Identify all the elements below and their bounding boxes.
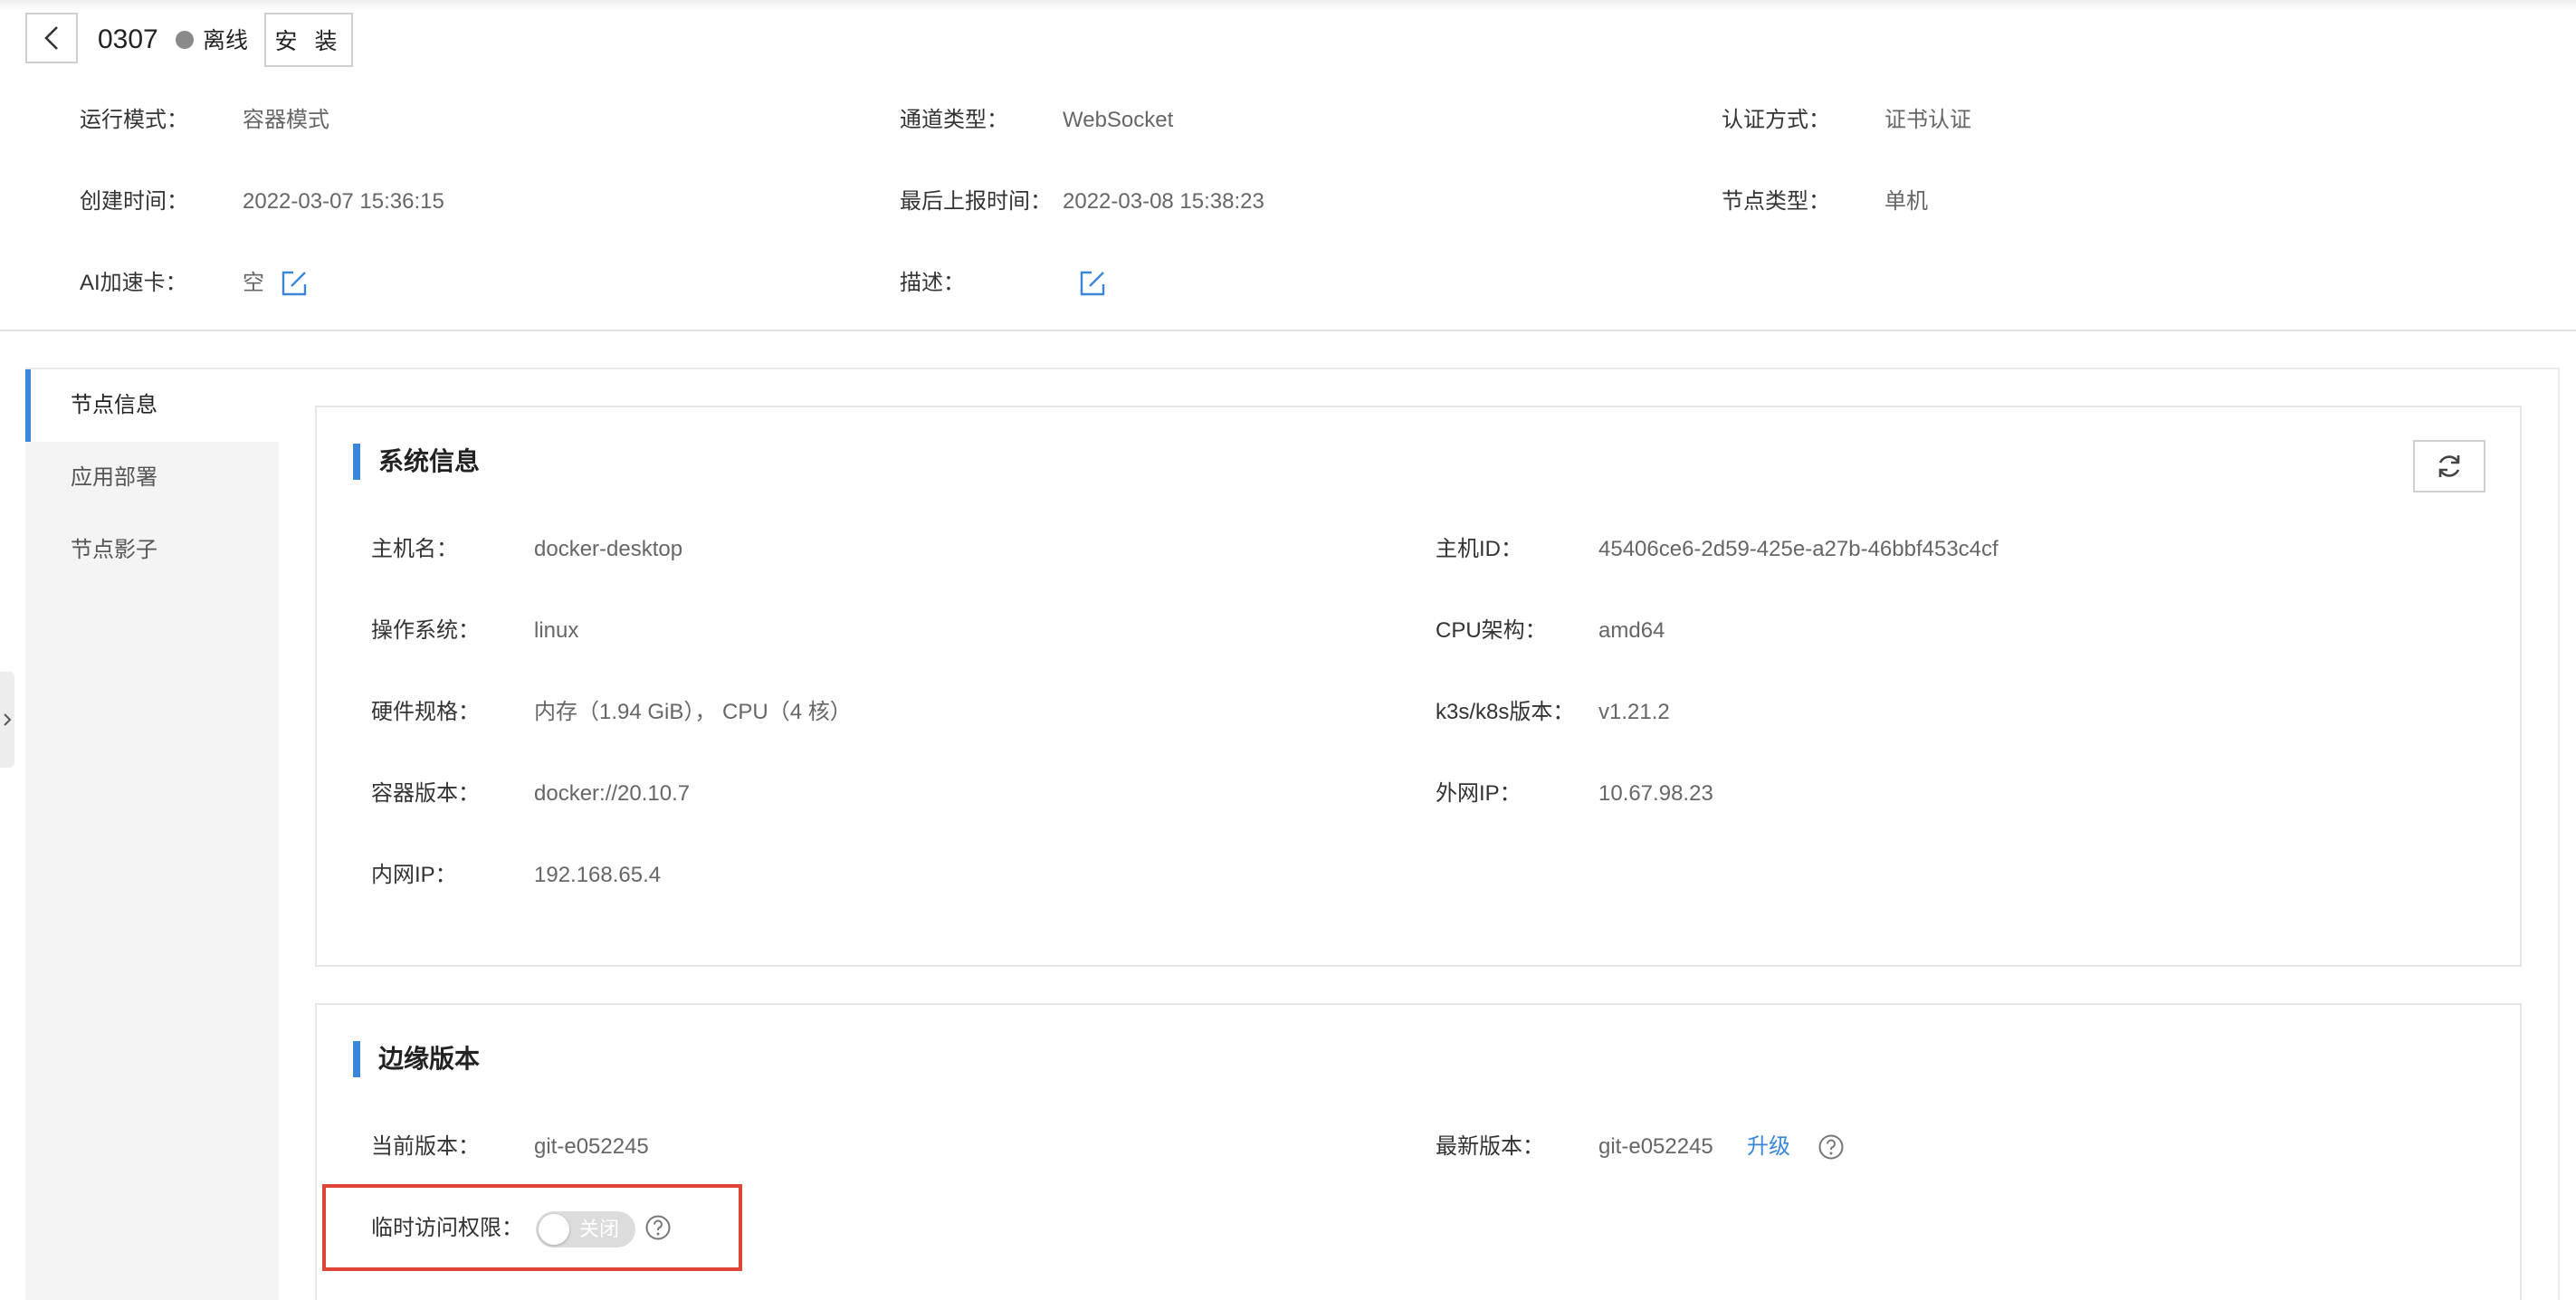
- status-badge: 离线: [203, 28, 249, 53]
- status-dot: [176, 31, 194, 49]
- auth-method-value: 证书认证: [1884, 108, 1971, 132]
- help-icon[interactable]: [644, 1214, 672, 1241]
- refresh-button[interactable]: [2413, 440, 2485, 492]
- os-value: linux: [534, 618, 579, 643]
- header-divider: [0, 330, 2576, 331]
- hardware-spec-label: 硬件规格：: [371, 700, 480, 724]
- cpu-arch-label: CPU架构：: [1436, 618, 1547, 643]
- current-version-label: 当前版本：: [371, 1134, 480, 1159]
- install-button[interactable]: 安 装: [264, 13, 353, 67]
- public-ip-value: 10.67.98.23: [1598, 781, 1713, 806]
- top-shadow: [0, 0, 2576, 11]
- collapse-sidebar-handle[interactable]: [0, 672, 14, 768]
- os-label: 操作系统：: [371, 618, 480, 643]
- cpu-arch-value: amd64: [1598, 618, 1665, 643]
- nav-item-app-deploy[interactable]: 应用部署: [25, 442, 279, 514]
- hostname-label: 主机名：: [371, 537, 458, 561]
- run-mode-label: 运行模式：: [80, 108, 188, 132]
- system-info-title: 系统信息: [378, 447, 481, 475]
- host-id-label: 主机ID：: [1436, 537, 1522, 561]
- nav-item-node-info[interactable]: 节点信息: [25, 369, 279, 442]
- edge-version-title: 边缘版本: [378, 1045, 481, 1073]
- content-border-top: [25, 368, 2558, 369]
- toggle-knob: [539, 1214, 569, 1245]
- private-ip-label: 内网IP：: [371, 863, 457, 887]
- latest-version-label: 最新版本：: [1436, 1134, 1544, 1159]
- toggle-state-text: 关闭: [579, 1218, 620, 1240]
- hostname-value: docker-desktop: [534, 537, 683, 561]
- last-report-value: 2022-03-08 15:38:23: [1063, 189, 1264, 214]
- nav-item-node-shadow[interactable]: 节点影子: [25, 514, 279, 587]
- run-mode-value: 容器模式: [243, 108, 329, 132]
- container-version-label: 容器版本：: [371, 781, 480, 806]
- node-name: 0307: [98, 24, 158, 54]
- ai-card-label: AI加速卡：: [80, 271, 187, 295]
- temp-access-toggle[interactable]: 关闭: [536, 1211, 635, 1247]
- k8s-version-value: v1.21.2: [1598, 700, 1670, 724]
- public-ip-label: 外网IP：: [1436, 781, 1522, 806]
- refresh-icon: [2438, 455, 2460, 477]
- created-time-value: 2022-03-07 15:36:15: [243, 189, 444, 214]
- description-label: 描述：: [900, 271, 965, 295]
- help-icon[interactable]: [1818, 1133, 1845, 1161]
- back-button[interactable]: [25, 13, 78, 63]
- k8s-version-label: k3s/k8s版本：: [1436, 700, 1575, 724]
- last-report-label: 最后上报时间：: [900, 189, 1052, 214]
- edit-description-icon[interactable]: [1079, 270, 1106, 297]
- created-time-label: 创建时间：: [80, 189, 188, 214]
- latest-version-value: git-e052245: [1598, 1134, 1713, 1159]
- chevron-right-icon: [4, 713, 12, 726]
- side-navigation: 节点信息 应用部署 节点影子: [25, 369, 279, 1300]
- channel-type-value: WebSocket: [1063, 108, 1174, 132]
- channel-type-label: 通道类型：: [900, 108, 1008, 132]
- ai-card-value: 空: [243, 271, 264, 295]
- private-ip-value: 192.168.65.4: [534, 863, 662, 887]
- host-id-value: 45406ce6-2d59-425e-a27b-46bbf453c4cf: [1598, 537, 1999, 561]
- chevron-left-icon: [44, 26, 58, 50]
- content-border-right: [2558, 368, 2560, 1300]
- current-version-value: git-e052245: [534, 1134, 649, 1159]
- section-accent-bar: [353, 1041, 360, 1077]
- node-type-value: 单机: [1884, 189, 1928, 214]
- auth-method-label: 认证方式：: [1722, 108, 1830, 132]
- temp-access-label: 临时访问权限：: [371, 1216, 523, 1240]
- hardware-spec-value: 内存（1.94 GiB）， CPU（4 核）: [534, 700, 852, 724]
- upgrade-link[interactable]: 升级: [1747, 1132, 1790, 1162]
- edit-ai-card-icon[interactable]: [281, 270, 308, 297]
- node-type-label: 节点类型：: [1722, 189, 1830, 214]
- container-version-value: docker://20.10.7: [534, 781, 691, 806]
- section-accent-bar: [353, 444, 360, 480]
